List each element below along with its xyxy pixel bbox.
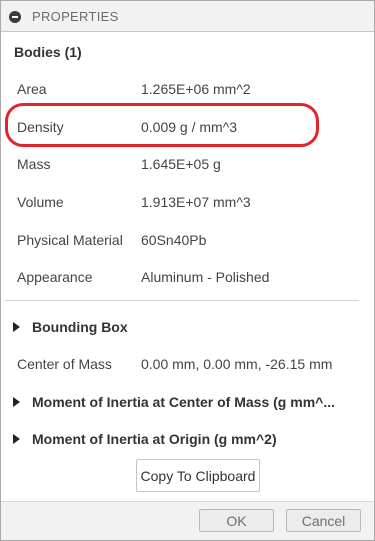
property-row-appearance: Appearance Aluminum - Polished xyxy=(1,265,374,289)
section-title: Bounding Box xyxy=(32,319,128,335)
density-highlight-annotation xyxy=(5,103,319,147)
property-value: 0.00 mm, 0.00 mm, -26.15 mm xyxy=(141,356,333,372)
property-label: Appearance xyxy=(17,269,93,285)
property-value: 60Sn40Pb xyxy=(141,232,207,248)
property-value: 1.645E+05 g xyxy=(141,156,221,172)
property-label: Volume xyxy=(17,194,64,210)
property-value: Aluminum - Polished xyxy=(141,269,270,285)
section-title: Moment of Inertia at Origin (g mm^2) xyxy=(32,431,277,447)
expand-triangle-icon xyxy=(13,434,20,444)
copy-to-clipboard-button[interactable]: Copy To Clipboard xyxy=(136,459,260,492)
property-value: 1.265E+06 mm^2 xyxy=(141,81,251,97)
collapse-minus-icon[interactable] xyxy=(9,11,21,23)
property-row-physical-material: Physical Material 60Sn40Pb xyxy=(1,228,374,252)
property-label: Center of Mass xyxy=(17,356,112,372)
section-bounding-box[interactable]: Bounding Box xyxy=(1,315,374,339)
expand-triangle-icon xyxy=(13,322,20,332)
property-row-mass: Mass 1.645E+05 g xyxy=(1,152,374,176)
panel-titlebar: PROPERTIES xyxy=(1,1,374,32)
property-label: Physical Material xyxy=(17,232,123,248)
property-value: 1.913E+07 mm^3 xyxy=(141,194,251,210)
cancel-button[interactable]: Cancel xyxy=(286,509,361,532)
group-title: Bodies (1) xyxy=(14,44,82,60)
section-inertia-center-of-mass[interactable]: Moment of Inertia at Center of Mass (g m… xyxy=(1,390,374,414)
divider xyxy=(5,300,359,301)
section-inertia-origin[interactable]: Moment of Inertia at Origin (g mm^2) xyxy=(1,427,374,451)
panel-title: PROPERTIES xyxy=(32,9,119,24)
section-title: Moment of Inertia at Center of Mass (g m… xyxy=(32,394,335,410)
property-label: Area xyxy=(17,81,47,97)
property-row-area: Area 1.265E+06 mm^2 xyxy=(1,77,374,101)
dialog-footer: OK Cancel xyxy=(1,501,374,540)
property-row-volume: Volume 1.913E+07 mm^3 xyxy=(1,190,374,214)
property-row-center-of-mass: Center of Mass 0.00 mm, 0.00 mm, -26.15 … xyxy=(1,352,374,376)
property-label: Mass xyxy=(17,156,51,172)
ok-button[interactable]: OK xyxy=(199,509,274,532)
expand-triangle-icon xyxy=(13,397,20,407)
properties-panel: PROPERTIES Bodies (1) Area 1.265E+06 mm^… xyxy=(0,0,375,541)
